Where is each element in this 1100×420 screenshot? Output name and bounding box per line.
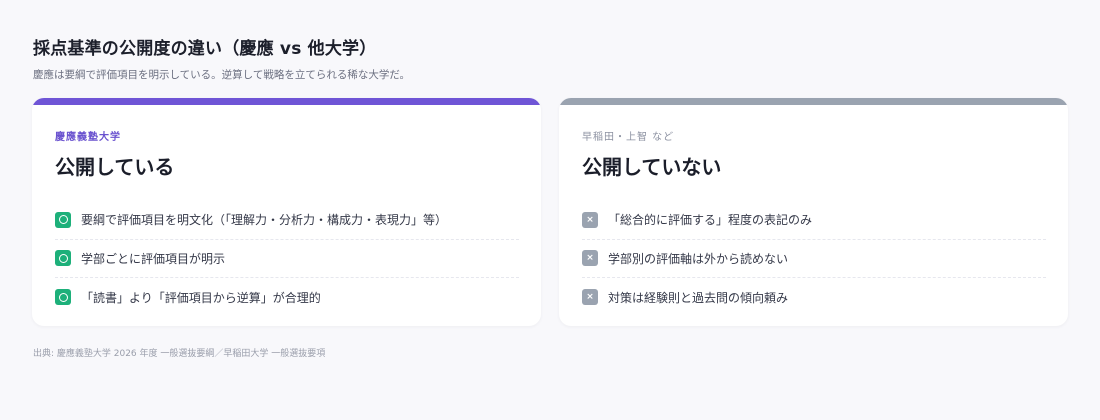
page-title: 採点基準の公開度の違い（慶應 vs 他大学） (33, 39, 377, 59)
card-accent-bar (559, 98, 1068, 105)
card-heading: 公開していない (582, 155, 722, 179)
card-eyebrow: 早稲田・上智 など (582, 132, 675, 143)
page-header: 採点基準の公開度の違い（慶應 vs 他大学） 慶應は要綱で評価項目を明示している… (33, 34, 410, 82)
list-item-text: 「読書」より「評価項目から逆算」が合理的 (81, 290, 321, 305)
list-item-text: 学部ごとに評価項目が明示 (81, 251, 226, 266)
source-footnote: 出典: 慶應義塾大学 2026 年度 一般選抜要綱／早稲田大学 一般選抜要項 (33, 349, 326, 359)
circle-check-icon (55, 250, 71, 267)
card-eyebrow: 慶應義塾大学 (55, 132, 121, 143)
list-item: × 対策は経験則と過去問の傾向頼み (582, 278, 1046, 317)
list-item: 学部ごとに評価項目が明示 (55, 240, 519, 278)
cross-icon: × (582, 289, 598, 306)
circle-check-icon (55, 289, 71, 306)
list-item-text: 対策は経験則と過去問の傾向頼み (608, 290, 789, 305)
cross-icon: × (582, 211, 598, 228)
others-card: 早稲田・上智 など 公開していない × 「総合的に評価する」程度の表記のみ × … (559, 98, 1068, 326)
list-item-text: 「総合的に評価する」程度の表記のみ (608, 213, 813, 228)
list-item: × 学部別の評価軸は外から読めない (582, 240, 1046, 278)
card-heading: 公開している (55, 155, 175, 179)
keio-card: 慶應義塾大学 公開している 要綱で評価項目を明文化（「理解力・分析力・構成力・表… (32, 98, 541, 326)
comparison-cards: 慶應義塾大学 公開している 要綱で評価項目を明文化（「理解力・分析力・構成力・表… (32, 98, 1068, 326)
card-list: × 「総合的に評価する」程度の表記のみ × 学部別の評価軸は外から読めない × … (582, 201, 1046, 317)
list-item-text: 要綱で評価項目を明文化（「理解力・分析力・構成力・表現力」等） (81, 213, 448, 228)
list-item-text: 学部別の評価軸は外から読めない (608, 251, 789, 266)
list-item: 要綱で評価項目を明文化（「理解力・分析力・構成力・表現力」等） (55, 201, 519, 240)
list-item: × 「総合的に評価する」程度の表記のみ (582, 201, 1046, 240)
card-accent-bar (32, 98, 541, 105)
card-list: 要綱で評価項目を明文化（「理解力・分析力・構成力・表現力」等） 学部ごとに評価項… (55, 201, 519, 317)
list-item: 「読書」より「評価項目から逆算」が合理的 (55, 278, 519, 317)
circle-check-icon (55, 211, 71, 228)
page-subtitle: 慶應は要綱で評価項目を明示している。逆算して戦略を立てられる稀な大学だ。 (33, 69, 411, 81)
cross-icon: × (582, 250, 598, 267)
